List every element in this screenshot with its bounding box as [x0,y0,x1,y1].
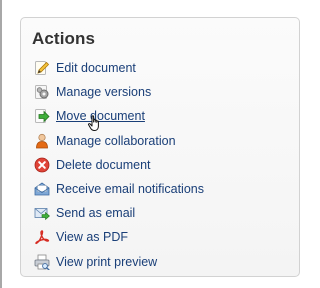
pdf-icon [34,229,50,245]
print-preview-icon [34,254,50,270]
action-label[interactable]: Edit document [56,61,136,75]
actions-panel: Actions Edit document Manage versions Mo… [20,17,300,277]
action-view-print-preview[interactable]: View print preview [34,250,204,274]
action-edit-document[interactable]: Edit document [34,56,204,80]
person-icon [34,133,50,149]
action-manage-versions[interactable]: Manage versions [34,80,204,104]
action-label[interactable]: View print preview [56,255,157,269]
action-label[interactable]: Receive email notifications [56,182,204,196]
hand-cursor-icon [87,115,99,131]
delete-icon [34,157,50,173]
action-manage-collaboration[interactable]: Manage collaboration [34,129,204,153]
action-view-as-pdf[interactable]: View as PDF [34,225,204,249]
window-edge [0,0,2,288]
action-list: Edit document Manage versions Move docum… [34,56,204,274]
action-label[interactable]: Delete document [56,158,151,172]
page: Actions Edit document Manage versions Mo… [0,0,309,288]
action-label[interactable]: Manage versions [56,85,151,99]
panel-title: Actions [32,29,96,48]
action-receive-email-notifications[interactable]: Receive email notifications [34,177,204,201]
send-mail-icon [34,205,50,221]
gears-icon [34,84,50,100]
action-label[interactable]: View as PDF [56,230,128,244]
move-arrow-icon [34,108,50,124]
pencil-icon [34,60,50,76]
action-delete-document[interactable]: Delete document [34,153,204,177]
action-move-document[interactable]: Move document [34,104,204,128]
envelope-icon [34,181,50,197]
action-label[interactable]: Manage collaboration [56,134,176,148]
action-label[interactable]: Send as email [56,206,135,220]
action-send-as-email[interactable]: Send as email [34,201,204,225]
